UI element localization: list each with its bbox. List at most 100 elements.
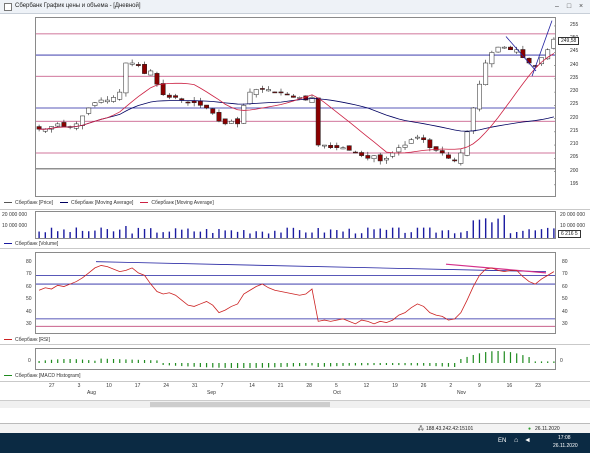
clock-time[interactable]: 17:08: [558, 435, 571, 441]
volume-bar: [230, 230, 233, 238]
x-axis-day-tick: 14: [249, 383, 255, 389]
window-icon: [4, 3, 12, 11]
x-axis-day-tick: 19: [392, 383, 398, 389]
macd-bar: [323, 363, 326, 367]
macd-bar: [361, 363, 363, 366]
price-candle: [353, 151, 358, 154]
volume-bar: [528, 229, 530, 238]
price-axis-tick: 215: [570, 127, 579, 134]
rsi-plot[interactable]: [35, 252, 556, 334]
macd-bar: [292, 363, 294, 367]
macd-bar: [491, 351, 493, 363]
title-bar[interactable]: Сбербанк График цены и объема - [Дневной…: [0, 0, 590, 14]
volume-bar: [131, 233, 133, 238]
price-candle: [489, 52, 495, 65]
horizontal-scrollbar[interactable]: [0, 400, 590, 408]
x-axis-month-label: Sep: [207, 390, 216, 396]
macd-bar: [81, 359, 84, 363]
rsi-axis-tick: 80: [26, 258, 32, 265]
macd-bar: [280, 363, 282, 368]
macd-bar: [299, 363, 301, 367]
volume-bar: [385, 229, 388, 238]
legend-price: Сбербанк [Price]: [4, 200, 53, 206]
macd-bar: [100, 358, 102, 363]
price-plot[interactable]: [35, 17, 556, 197]
rsi-axis-tick: 30: [26, 321, 32, 328]
price-candle: [148, 70, 154, 76]
price-candle: [185, 101, 191, 104]
price-candle: [501, 46, 507, 49]
rsi-axis-tick: 70: [26, 271, 32, 278]
macd-bar: [236, 363, 239, 368]
x-axis-day-tick: 7: [220, 383, 224, 389]
rsi-axis-tick: 60: [562, 283, 568, 290]
price-panel: 255250245240235230225220215210205200195 …: [0, 15, 590, 210]
price-axis-tick: 255: [570, 21, 579, 28]
volume-bar: [515, 231, 518, 238]
price-candle: [247, 91, 253, 105]
rsi-trend-line: [445, 263, 547, 274]
close-icon[interactable]: ×: [576, 2, 586, 11]
volume-bar: [379, 228, 381, 238]
language-indicator[interactable]: EN: [498, 438, 506, 444]
macd-bar: [137, 359, 139, 363]
volume-bar: [174, 228, 177, 238]
volume-bar: [236, 231, 239, 238]
x-axis-month-label: Aug: [87, 390, 96, 396]
macd-bar: [342, 363, 344, 366]
macd-bar: [199, 363, 201, 368]
volume-tick-10m: 10 000 000: [2, 223, 28, 229]
volume-bar: [255, 231, 257, 238]
volume-bar: [261, 231, 264, 238]
volume-bar: [249, 233, 251, 238]
volume-bar: [305, 232, 307, 238]
macd-bar: [435, 363, 437, 367]
trend-line: [531, 20, 553, 77]
macd-bar: [454, 363, 456, 368]
price-candle: [402, 144, 408, 148]
macd-tick-zero-left: 0: [28, 358, 31, 364]
volume-bar: [143, 228, 146, 238]
macd-bar: [88, 360, 90, 363]
price-candle: [470, 107, 476, 132]
maximize-icon[interactable]: □: [564, 2, 574, 11]
macd-bar: [547, 361, 549, 363]
notification-icon[interactable]: ⌂: [514, 437, 518, 444]
x-axis-day-tick: 3: [77, 383, 81, 389]
volume-bar: [267, 233, 270, 238]
rsi-axis-tick: 50: [26, 296, 32, 303]
volume-bar: [243, 230, 245, 238]
x-axis-day-tick: 28: [306, 383, 312, 389]
volume-bar: [218, 228, 220, 238]
volume-bar: [534, 230, 536, 238]
price-candle: [328, 145, 334, 148]
price-candle: [284, 93, 290, 96]
minimize-icon[interactable]: –: [552, 2, 562, 11]
price-candle: [98, 99, 104, 103]
price-axis-tick: 225: [570, 101, 579, 108]
x-axis-day-tick: 12: [363, 383, 370, 389]
volume-legend: Сбербанк [Volume]: [4, 241, 58, 247]
volume-bar: [112, 231, 115, 238]
macd-legend: Сбербанк [MACD Histogram]: [4, 373, 81, 379]
volume-bar: [187, 228, 189, 238]
volume-bar: [280, 232, 282, 238]
clock-date[interactable]: 26.11.2020: [553, 443, 578, 449]
volume-bar: [478, 219, 481, 238]
price-candle: [197, 100, 203, 106]
rsi-axis-tick: 50: [562, 296, 568, 303]
volume-bar: [150, 228, 152, 238]
macd-plot[interactable]: [35, 348, 556, 370]
macd-bar: [112, 359, 115, 363]
macd-bar: [528, 357, 530, 363]
x-axis-day-tick: 23: [535, 383, 541, 389]
macd-bar: [267, 363, 270, 368]
scrollbar-thumb[interactable]: [150, 402, 330, 407]
speaker-icon[interactable]: ◄: [524, 437, 531, 444]
volume-bar: [546, 227, 549, 238]
volume-plot[interactable]: [35, 211, 556, 239]
macd-bar: [354, 363, 357, 366]
price-candle: [315, 97, 321, 146]
volume-bar: [125, 226, 127, 238]
macd-bar: [44, 360, 46, 363]
